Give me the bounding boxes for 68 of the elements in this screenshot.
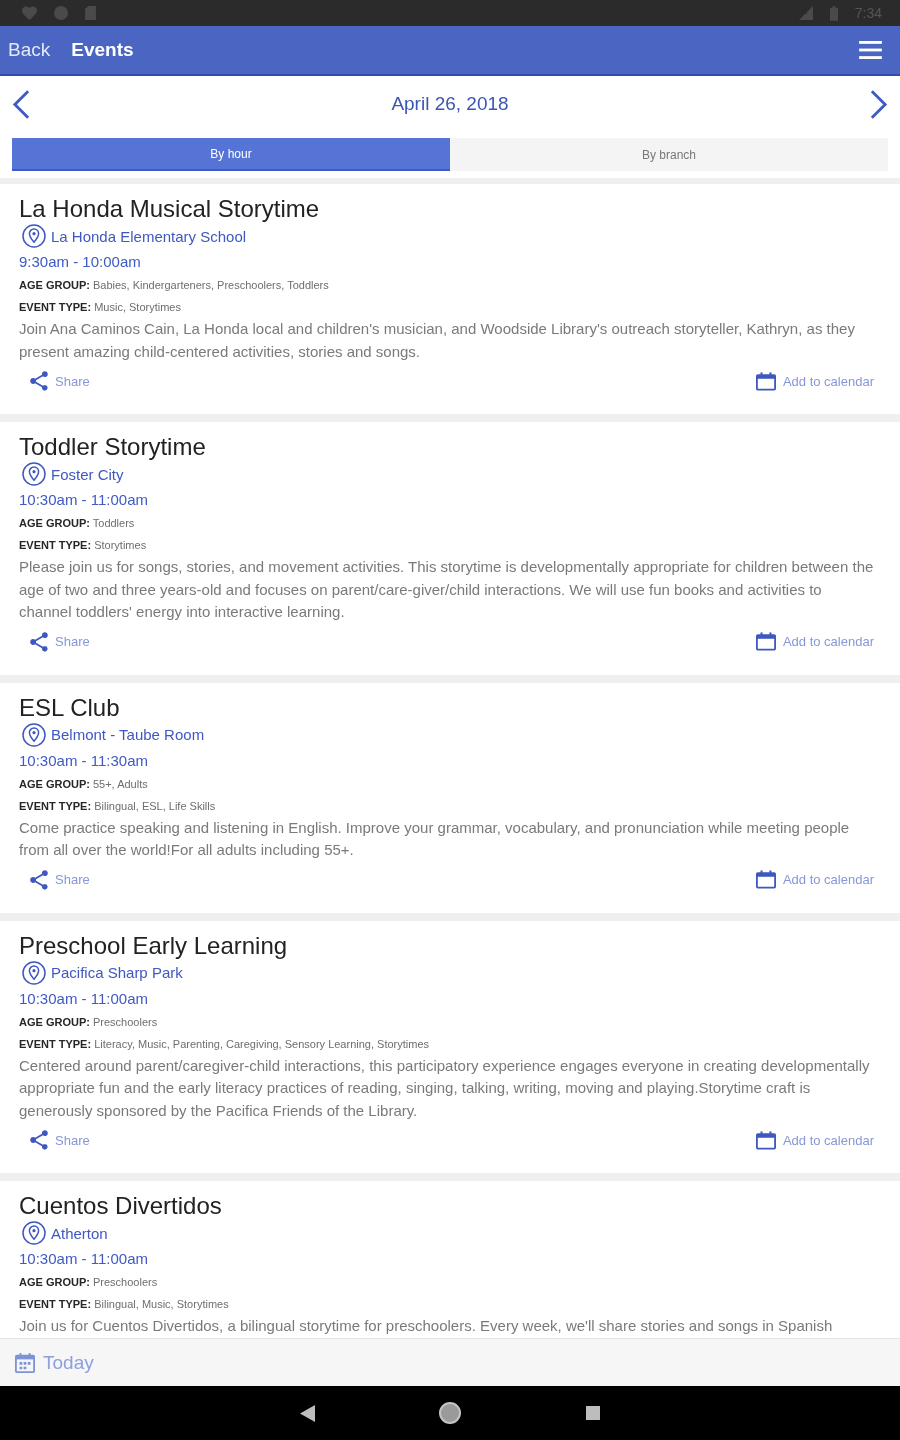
calendar-icon — [755, 371, 776, 391]
heart-icon — [22, 6, 37, 20]
location-pin-icon — [22, 1221, 46, 1245]
event-time: 10:30am - 11:00am — [19, 490, 149, 510]
share-button[interactable]: Share — [30, 1130, 90, 1150]
event-type-text: EVENT TYPE: Bilingual, Music, Storytimes — [19, 1297, 230, 1312]
view-tab[interactable]: By hour — [12, 138, 450, 171]
event-title: ESL Club — [19, 694, 121, 721]
event-type-text: EVENT TYPE: Music, Storytimes — [19, 300, 182, 315]
event-type-text: EVENT TYPE: Literacy, Music, Parenting, Caregiving, Sensory Learning, Storytimes — [19, 1036, 430, 1052]
share-button[interactable]: Share — [30, 371, 90, 391]
location-pin-icon — [22, 224, 46, 248]
location-pin-icon — [22, 722, 46, 747]
location-link[interactable]: La Honda Elementary School — [22, 222, 247, 250]
calendar-icon — [755, 870, 776, 889]
add-to-calendar-button[interactable]: Add to calendar — [755, 632, 874, 651]
view-tab[interactable]: By branch — [450, 138, 888, 171]
event-description: Come practice speaking and listening in English. Improve your grammar, vocabulary, and pronunciation while meeting people from all over the world!For all adults including 55+. — [19, 817, 851, 860]
event-description: Join us for Cuentos Divertidos, a bilingual storytime for preschoolers. Every week, we'll share stories and songs in Spanish — [19, 1316, 834, 1336]
calendar-icon — [755, 1130, 776, 1150]
calendar-icon — [755, 632, 776, 651]
share-button[interactable]: Share — [30, 869, 90, 890]
chevron-right-icon[interactable] — [869, 88, 888, 120]
circle-icon — [54, 6, 68, 20]
menu-icon[interactable] — [859, 41, 882, 59]
share-icon — [30, 371, 48, 391]
event-title: La Honda Musical Storytime — [19, 196, 321, 222]
share-button[interactable]: Share — [30, 631, 90, 652]
location-link[interactable]: Belmont - Taube Room — [22, 720, 205, 749]
date-label: April 26, 2018 — [391, 93, 509, 115]
age-group-text: AGE GROUP: Toddlers — [19, 516, 136, 531]
today-button[interactable]: Today — [15, 1351, 94, 1374]
event-title: Toddler Storytime — [19, 434, 207, 460]
event-time: 10:30am - 11:00am — [19, 988, 149, 1009]
share-icon — [30, 869, 48, 890]
event-time: 9:30am - 10:00am — [19, 252, 142, 272]
age-group-text: AGE GROUP: Babies, Kindergarteners, Preschoolers, Toddlers — [19, 278, 330, 293]
event-time: 10:30am - 11:00am — [19, 1249, 149, 1269]
event-description: Please join us for songs, stories, and movement activities. This storytime is developmentally appropriate for children between the age of two and three years-old and focuses on parent/care-giver/child interactions. We will use fun books and activities to channel toddlers' energy into interactive learning. — [19, 557, 875, 622]
battery-icon — [829, 5, 838, 21]
location-link[interactable]: Atherton — [22, 1219, 108, 1247]
location-link[interactable]: Foster City — [22, 460, 124, 488]
event-title: Preschool Early Learning — [19, 932, 289, 959]
add-to-calendar-button[interactable]: Add to calendar — [755, 1130, 874, 1150]
age-group-text: AGE GROUP: Preschoolers — [19, 1014, 159, 1030]
share-icon — [30, 631, 48, 652]
add-to-calendar-button[interactable]: Add to calendar — [755, 371, 874, 391]
event-description: Join Ana Caminos Cain, La Honda local and children's musician, and Woodside Library's outreach storyteller, Kathryn, as they present amazing child-centered activities, stories and songs. — [19, 319, 856, 362]
age-group-text: AGE GROUP: 55+, Adults — [19, 776, 149, 792]
add-to-calendar-button[interactable]: Add to calendar — [755, 870, 874, 889]
calendar-icon — [15, 1352, 35, 1373]
location-pin-icon — [22, 960, 46, 985]
no-signal-icon — [798, 6, 813, 20]
event-type-text: EVENT TYPE: Bilingual, ESL, Life Skills — [19, 798, 217, 814]
home-icon[interactable] — [439, 1402, 461, 1424]
share-icon — [30, 1130, 48, 1150]
back-button[interactable]: Back — [8, 39, 51, 61]
location-link[interactable]: Pacifica Sharp Park — [22, 958, 183, 987]
event-title: Cuentos Divertidos — [19, 1193, 223, 1219]
event-description: Centered around parent/caregiver-child interactions, this participatory experience engages everyone in creating developmentally appropriate fun and the early literacy practices of reading, singing, talking, writing, moving and playing.Storytime craft is generously sponsored by the Pacifica Friends of the Library. — [19, 1055, 871, 1121]
event-time: 10:30am - 11:30am — [19, 750, 149, 771]
chevron-left-icon[interactable] — [12, 88, 31, 120]
event-type-text: EVENT TYPE: Storytimes — [19, 538, 148, 553]
sd-card-icon — [85, 6, 96, 20]
age-group-text: AGE GROUP: Preschoolers — [19, 1275, 159, 1290]
location-pin-icon — [22, 462, 46, 486]
back-icon[interactable] — [299, 1404, 315, 1422]
page-title: Events — [71, 39, 134, 61]
